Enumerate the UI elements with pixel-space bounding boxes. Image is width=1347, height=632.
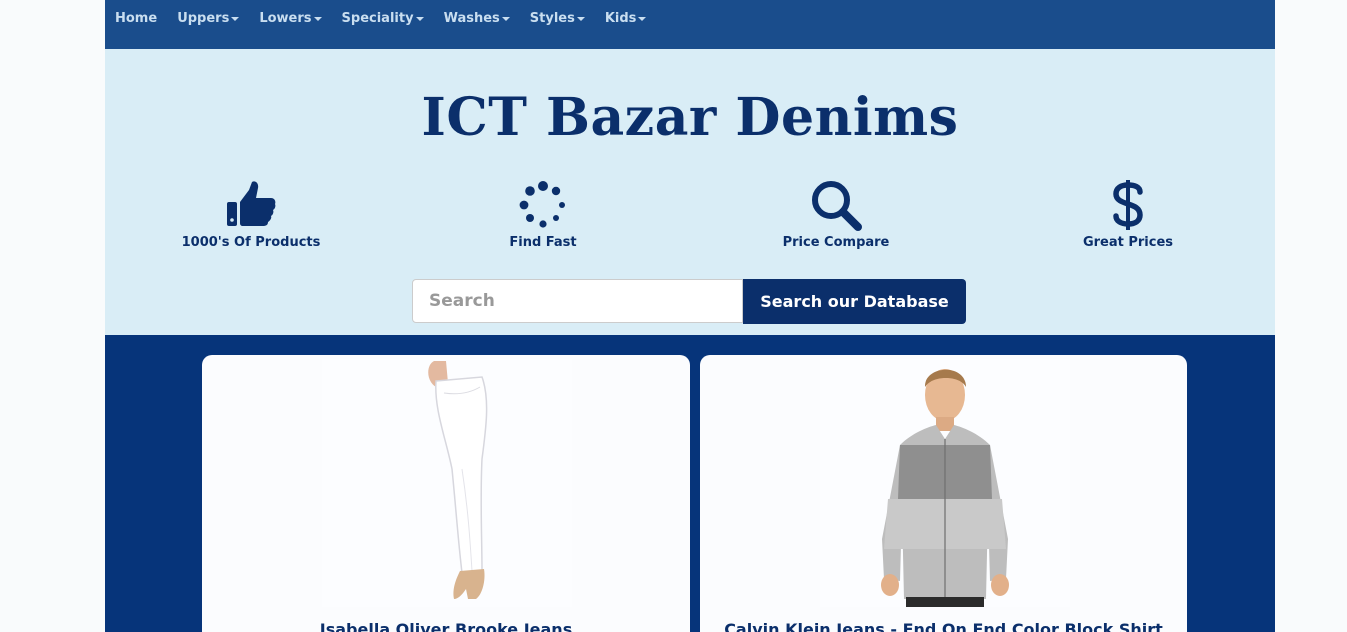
feature-great-prices-label: Great Prices: [1082, 235, 1174, 250]
search-database-button[interactable]: Search our Database: [743, 279, 966, 324]
nav-home[interactable]: Home: [115, 0, 167, 26]
nav-lowers[interactable]: Lowers: [259, 0, 331, 26]
feature-great-prices: Great Prices: [1028, 179, 1228, 250]
product-title[interactable]: Isabella Oliver Brooke Jeans: [202, 620, 690, 632]
nav-kids-label: Kids: [604, 11, 637, 26]
nav-speciality-label: Speciality: [341, 11, 414, 26]
products-section: Isabella Oliver Brooke Jeans Calvin Klei…: [105, 335, 1275, 632]
feature-price-compare: Price Compare: [736, 179, 936, 250]
dollar-icon: [1028, 179, 1228, 231]
search-icon: [736, 179, 936, 231]
page: Home Uppers Lowers Speciality Washes Sty…: [105, 0, 1275, 632]
search-bar: Search our Database: [412, 279, 966, 324]
site-title: ICT Bazar Denims: [421, 87, 959, 148]
thumbs-up-icon: [151, 179, 351, 231]
feature-products-label: 1000's Of Products: [181, 235, 321, 250]
caret-down-icon: [231, 16, 240, 21]
caret-down-icon: [638, 16, 647, 21]
product-card[interactable]: Calvin Klein Jeans - End On End Color Bl…: [700, 355, 1187, 632]
search-input[interactable]: [412, 279, 743, 323]
nav-kids[interactable]: Kids: [605, 0, 657, 26]
caret-down-icon: [313, 16, 322, 21]
feature-find-fast-label: Find Fast: [509, 235, 577, 250]
product-card[interactable]: Isabella Oliver Brooke Jeans: [202, 355, 690, 632]
product-title[interactable]: Calvin Klein Jeans - End On End Color Bl…: [700, 620, 1187, 632]
spinner-icon: [443, 179, 643, 231]
nav-home-label: Home: [115, 11, 158, 26]
hero-section: ICT Bazar Denims 1000's Of Products Find…: [105, 49, 1275, 335]
nav-lowers-label: Lowers: [259, 11, 312, 26]
feature-products: 1000's Of Products: [151, 179, 351, 250]
nav-styles[interactable]: Styles: [530, 0, 595, 26]
nav-speciality[interactable]: Speciality: [342, 0, 434, 26]
nav-styles-label: Styles: [529, 11, 575, 26]
nav-uppers[interactable]: Uppers: [177, 0, 249, 26]
nav-washes[interactable]: Washes: [444, 0, 520, 26]
product-image[interactable]: [820, 359, 1070, 607]
caret-down-icon: [501, 16, 510, 21]
nav-uppers-label: Uppers: [177, 11, 230, 26]
nav-washes-label: Washes: [443, 11, 500, 26]
caret-down-icon: [576, 16, 585, 21]
product-image[interactable]: [322, 359, 572, 607]
caret-down-icon: [415, 16, 424, 21]
top-navbar: Home Uppers Lowers Speciality Washes Sty…: [105, 0, 1275, 49]
feature-find-fast: Find Fast: [443, 179, 643, 250]
feature-price-compare-label: Price Compare: [782, 235, 890, 250]
